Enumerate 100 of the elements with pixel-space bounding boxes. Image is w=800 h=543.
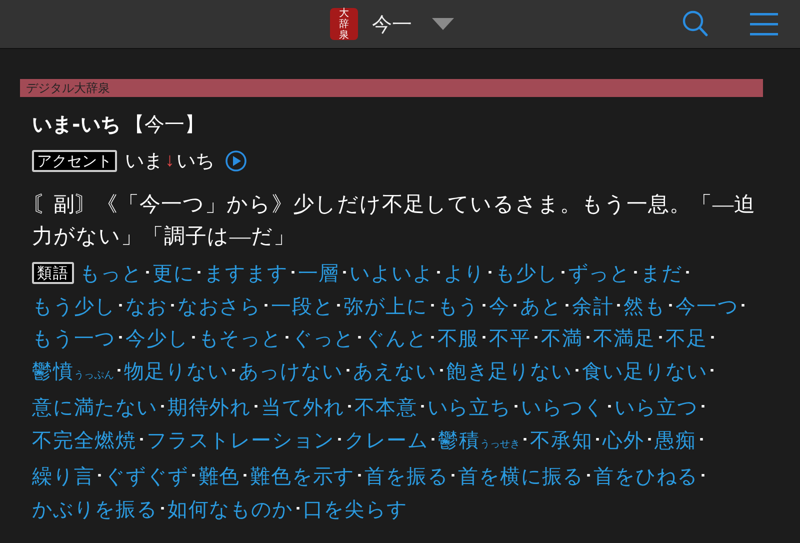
synonym-link[interactable]: もう一つ bbox=[32, 328, 116, 350]
synonym-link[interactable]: 今少し bbox=[126, 328, 188, 350]
synonym-link[interactable]: もっと bbox=[80, 263, 142, 285]
synonym-link[interactable]: いよいよ bbox=[350, 263, 434, 285]
separator: ･ bbox=[738, 296, 748, 318]
synonym-link[interactable]: 当て外れ bbox=[261, 397, 345, 419]
app-logo[interactable]: 大辞泉 bbox=[330, 8, 358, 40]
synonym-link[interactable]: いらつく bbox=[520, 397, 605, 419]
separator: ･ bbox=[707, 360, 718, 382]
synonym-link[interactable]: 食い足りない bbox=[582, 360, 708, 382]
synonym-link[interactable]: 不満 bbox=[540, 328, 583, 350]
synonym-link[interactable]: 余計 bbox=[572, 296, 614, 318]
synonym-link[interactable]: もそっと bbox=[198, 328, 282, 350]
separator: ･ bbox=[698, 466, 708, 488]
separator: ･ bbox=[510, 296, 520, 318]
separator: ･ bbox=[261, 296, 272, 318]
synonym-link[interactable]: 一層 bbox=[298, 263, 340, 285]
synonym-link[interactable]: ぐっと bbox=[292, 328, 355, 350]
synonym-link[interactable]: ずっと bbox=[568, 263, 630, 285]
synonym-link[interactable]: あっけない bbox=[238, 360, 343, 382]
headword: いま-いち bbox=[32, 111, 120, 138]
synonym-link[interactable]: 口を尖らす bbox=[302, 498, 408, 520]
separator: ･ bbox=[696, 430, 706, 452]
synonym-link[interactable]: フラストレーション bbox=[146, 430, 335, 452]
synonym-link[interactable]: いら立ち bbox=[427, 397, 511, 419]
synonym-link[interactable]: あと bbox=[520, 296, 562, 318]
synonym-link[interactable]: 然も bbox=[624, 296, 666, 318]
synonym-link[interactable]: 期待外れ bbox=[167, 397, 252, 419]
separator: ･ bbox=[479, 296, 490, 318]
separator: ･ bbox=[240, 466, 250, 488]
separator: ･ bbox=[167, 296, 178, 318]
synonym-link[interactable]: より bbox=[443, 263, 486, 285]
synonym-link[interactable]: 不満足 bbox=[592, 328, 656, 350]
synonym-link[interactable]: あえない bbox=[352, 360, 436, 382]
accent-mark: ↓ bbox=[165, 150, 174, 172]
synonym-link[interactable]: 心外 bbox=[602, 430, 645, 452]
synonym-link[interactable]: 首を振る bbox=[364, 466, 448, 488]
synonym-link[interactable]: 不平 bbox=[489, 328, 531, 350]
separator: ･ bbox=[530, 328, 541, 350]
synonym-link[interactable]: かぶりを振る bbox=[32, 498, 158, 520]
separator: ･ bbox=[292, 498, 303, 520]
synonym-link[interactable]: 鬱憤 うっぷん bbox=[32, 360, 114, 382]
synonym-link[interactable]: 不足 bbox=[665, 328, 708, 350]
separator: ･ bbox=[282, 328, 292, 350]
synonym-link[interactable]: 更に bbox=[152, 263, 194, 285]
synonym-link[interactable]: 繰り言 bbox=[32, 466, 95, 488]
separator: ･ bbox=[428, 430, 438, 452]
synonym-link[interactable]: ぐんと bbox=[364, 328, 428, 350]
synonym-link[interactable]: ますます bbox=[204, 263, 288, 285]
synonym-link[interactable]: 今一つ bbox=[676, 296, 738, 318]
separator: ･ bbox=[433, 263, 444, 285]
synonym-link[interactable]: いら立つ bbox=[614, 397, 698, 419]
synonym-link[interactable]: 飽き足りない bbox=[446, 360, 572, 382]
accent-label: アクセント bbox=[32, 150, 117, 172]
synonym-link[interactable]: 一段と bbox=[271, 296, 334, 318]
synonym-link[interactable]: 首を横に振る bbox=[458, 466, 584, 488]
synonym-link[interactable]: ぐずぐず bbox=[104, 466, 188, 488]
page-title[interactable]: 今一 bbox=[372, 10, 412, 38]
dropdown-caret-icon[interactable] bbox=[432, 17, 454, 31]
separator: ･ bbox=[698, 397, 708, 419]
separator: ･ bbox=[334, 296, 344, 318]
synonym-link[interactable]: も少し bbox=[495, 263, 558, 285]
separator: ･ bbox=[334, 430, 345, 452]
separator: ･ bbox=[644, 430, 655, 452]
separator: ･ bbox=[340, 263, 350, 285]
play-icon[interactable] bbox=[224, 150, 246, 172]
separator: ･ bbox=[448, 466, 458, 488]
synonym-link[interactable]: 首をひねる bbox=[594, 466, 698, 488]
synonym-link[interactable]: 不本意 bbox=[354, 397, 418, 419]
synonym-link[interactable]: 如何なものか bbox=[167, 498, 293, 520]
separator: ･ bbox=[582, 328, 593, 350]
separator: ･ bbox=[228, 360, 238, 382]
accent-reading: いま bbox=[125, 150, 163, 174]
synonym-link[interactable]: 鬱積 うっせき bbox=[438, 430, 520, 452]
synonym-link[interactable]: 難色 bbox=[198, 466, 240, 488]
synonym-link[interactable]: 愚痴 bbox=[654, 430, 696, 452]
synonym-link[interactable]: 意に満たない bbox=[32, 397, 158, 419]
synonym-link[interactable]: 不服 bbox=[437, 328, 480, 350]
synonym-link[interactable]: 物足りない bbox=[124, 360, 228, 382]
synonym-link[interactable]: クレーム bbox=[344, 430, 428, 452]
synonym-link[interactable]: 難色を示す bbox=[250, 466, 355, 488]
synonym-link[interactable]: もう bbox=[437, 296, 480, 318]
separator: ･ bbox=[136, 430, 146, 452]
synonym-link[interactable]: なお bbox=[126, 296, 168, 318]
synonym-link[interactable]: 不完全燃焼 bbox=[32, 430, 136, 452]
separator: ･ bbox=[188, 466, 198, 488]
separator: ･ bbox=[666, 296, 676, 318]
synonym-link[interactable]: 今 bbox=[489, 296, 510, 318]
separator: ･ bbox=[427, 296, 438, 318]
search-icon[interactable] bbox=[682, 10, 708, 38]
separator: ･ bbox=[94, 466, 105, 488]
synonym-link[interactable]: なおさら bbox=[177, 296, 262, 318]
synonym-link[interactable]: 不承知 bbox=[530, 430, 593, 452]
separator: ･ bbox=[194, 263, 204, 285]
synonym-link[interactable]: 弥が上に bbox=[344, 296, 428, 318]
separator: ･ bbox=[427, 328, 438, 350]
synonym-link[interactable]: もう少し bbox=[32, 296, 116, 318]
synonym-link[interactable]: まだ bbox=[640, 263, 682, 285]
menu-icon[interactable] bbox=[750, 12, 778, 36]
definition-text: 〘副〙《「今一つ」から》少しだけ不足しているさま。もう一息。「―迫力がない」「調子は―だ」 bbox=[32, 191, 756, 250]
